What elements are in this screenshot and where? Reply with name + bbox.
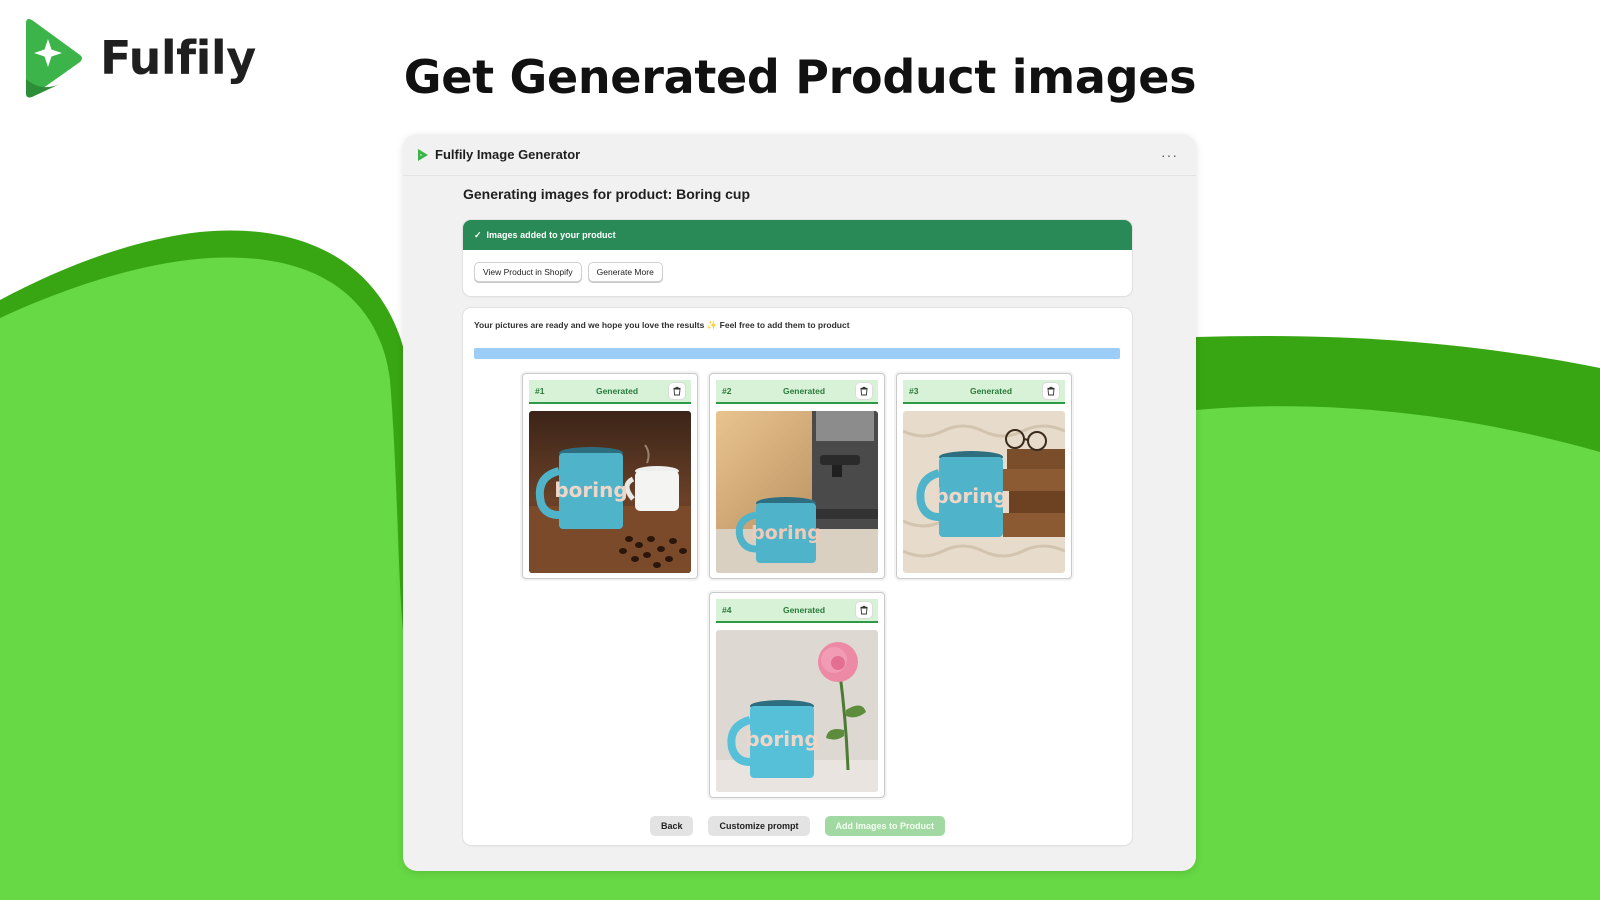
trash-icon bbox=[1047, 386, 1055, 396]
mug-books-blanket-image: boring bbox=[903, 411, 1065, 573]
delete-image-button[interactable] bbox=[856, 383, 872, 399]
tile-header: #1 Generated bbox=[529, 380, 691, 404]
image-tile: #3 Generated boring bbox=[896, 373, 1072, 579]
svg-text:boring: boring bbox=[554, 478, 627, 502]
banner-actions: View Product in Shopify Generate More bbox=[463, 250, 1132, 294]
tile-status: Generated bbox=[595, 386, 639, 396]
generated-image[interactable]: boring bbox=[716, 411, 878, 573]
success-banner-header: ✓ Images added to your product bbox=[463, 220, 1132, 250]
page-headline: Get Generated Product images bbox=[403, 50, 1197, 104]
image-tile: #1 Generated boring bbox=[522, 373, 698, 579]
customize-prompt-button[interactable]: Customize prompt bbox=[708, 816, 810, 836]
view-product-button[interactable]: View Product in Shopify bbox=[474, 262, 582, 282]
tile-number: #3 bbox=[909, 386, 919, 396]
right-wave-light bbox=[1196, 406, 1600, 900]
tile-number: #1 bbox=[535, 386, 545, 396]
tile-number: #4 bbox=[722, 605, 732, 615]
page-title: Generating images for product: Boring cu… bbox=[463, 186, 751, 202]
footer-actions: Back Customize prompt Add Images to Prod… bbox=[463, 816, 1132, 836]
success-banner: ✓ Images added to your product View Prod… bbox=[463, 220, 1132, 296]
image-tile: #2 Generated boring bbox=[709, 373, 885, 579]
tile-status: Generated bbox=[782, 386, 826, 396]
mug-coffee-beans-image: boring bbox=[529, 411, 691, 573]
mug-pink-flower-image: boring bbox=[716, 630, 878, 792]
app-title: Fulfily Image Generator bbox=[435, 147, 581, 162]
trash-icon bbox=[673, 386, 681, 396]
success-message: Images added to your product bbox=[486, 230, 616, 240]
progress-fill bbox=[474, 348, 1120, 359]
tile-header: #4 Generated bbox=[716, 599, 878, 623]
generated-image[interactable]: boring bbox=[529, 411, 691, 573]
generated-image[interactable]: boring bbox=[716, 630, 878, 792]
page: Fulfily Get Generated Product images Ful… bbox=[0, 0, 1600, 900]
add-images-button[interactable]: Add Images to Product bbox=[824, 816, 946, 836]
tile-status: Generated bbox=[782, 605, 826, 615]
results-message: Your pictures are ready and we hope you … bbox=[474, 320, 850, 330]
app-logo-icon bbox=[418, 148, 428, 161]
tile-header: #2 Generated bbox=[716, 380, 878, 404]
more-options-button[interactable]: ··· bbox=[1157, 145, 1182, 165]
left-wave-light bbox=[0, 257, 404, 900]
back-button[interactable]: Back bbox=[649, 816, 694, 836]
check-icon: ✓ bbox=[474, 229, 482, 240]
delete-image-button[interactable] bbox=[1043, 383, 1059, 399]
image-tile: #4 Generated boring bbox=[709, 592, 885, 798]
svg-text:boring: boring bbox=[751, 522, 821, 544]
tile-header: #3 Generated bbox=[903, 380, 1065, 404]
main-content: Generating images for product: Boring cu… bbox=[463, 186, 1132, 845]
tile-number: #2 bbox=[722, 386, 732, 396]
tile-status: Generated bbox=[969, 386, 1013, 396]
generate-more-button[interactable]: Generate More bbox=[587, 262, 663, 282]
trash-icon bbox=[860, 386, 868, 396]
generated-image[interactable]: boring bbox=[903, 411, 1065, 573]
progress-bar bbox=[474, 348, 1120, 359]
svg-text:boring: boring bbox=[934, 484, 1007, 508]
mug-espresso-machine-image: boring bbox=[716, 411, 878, 573]
results-card: Your pictures are ready and we hope you … bbox=[463, 308, 1132, 845]
svg-text:boring: boring bbox=[745, 727, 818, 751]
delete-image-button[interactable] bbox=[856, 602, 872, 618]
delete-image-button[interactable] bbox=[669, 383, 685, 399]
app-window: Fulfily Image Generator ··· Generating i… bbox=[403, 134, 1196, 871]
trash-icon bbox=[860, 605, 868, 615]
app-titlebar: Fulfily Image Generator ··· bbox=[403, 134, 1196, 176]
